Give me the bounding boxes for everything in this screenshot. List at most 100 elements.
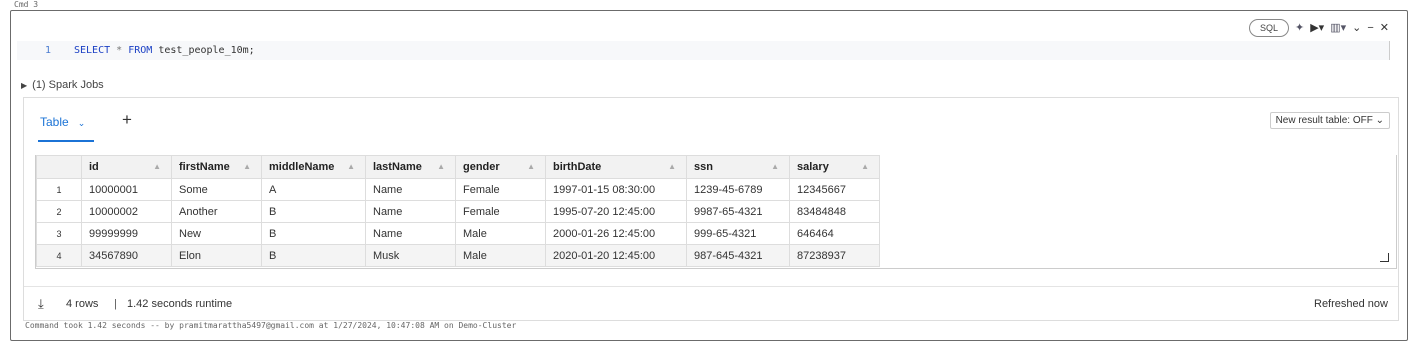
chart-icon[interactable]: ▥▾ [1330, 21, 1346, 35]
table-cell[interactable]: 1997-01-15 08:30:00 [545, 178, 687, 201]
table-row: 3 99999999 New B Name Male 2000-01-26 12… [36, 222, 880, 245]
sort-icon[interactable]: ▲ [243, 162, 251, 171]
tab-table[interactable]: Table ⌄ [40, 115, 85, 129]
row-count: 4 rows [66, 298, 99, 310]
column-header-lastname[interactable]: lastName ▲ [365, 155, 456, 179]
table-row: 1 10000001 Some A Name Female 1997-01-15… [36, 178, 880, 201]
table-cell[interactable]: Name [365, 200, 456, 223]
result-panel: Table ⌄ + New result table: OFF ⌄ id ▲ fir… [23, 97, 1399, 321]
table-cell[interactable]: 87238937 [789, 244, 880, 267]
sort-icon[interactable]: ▲ [771, 162, 779, 171]
column-header-birthdate[interactable]: birthDate ▲ [545, 155, 687, 179]
column-header-firstname[interactable]: firstName ▲ [171, 155, 262, 179]
sql-table-name: test_people_10m; [158, 45, 255, 56]
column-header-middlename[interactable]: middleName ▲ [261, 155, 366, 179]
column-header-salary[interactable]: salary ▲ [789, 155, 880, 179]
result-tabs: Table ⌄ + New result table: OFF ⌄ [24, 98, 1398, 142]
column-header-label: birthDate [553, 161, 602, 173]
column-header-gender[interactable]: gender ▲ [455, 155, 546, 179]
table-cell[interactable]: Female [455, 200, 546, 223]
add-visualization-button[interactable]: + [122, 110, 132, 130]
sort-icon[interactable]: ▲ [527, 162, 535, 171]
notebook-cell[interactable]: SQL ✦ ▶▾ ▥▾ ⌄ − ✕ 1 SELECT * FROM test_p… [10, 10, 1408, 341]
column-header-ssn[interactable]: ssn ▲ [686, 155, 790, 179]
chevron-down-icon[interactable]: ⌄ [78, 118, 86, 128]
expand-triangle-icon: ▶ [21, 81, 28, 90]
close-icon[interactable]: ✕ [1380, 21, 1389, 35]
column-header-label: gender [463, 161, 500, 173]
table-cell[interactable]: 83484848 [789, 200, 880, 223]
spark-jobs-toggle[interactable]: ▶ (1) Spark Jobs [21, 79, 104, 91]
table-cell[interactable]: Some [171, 178, 262, 201]
sort-icon[interactable]: ▲ [861, 162, 869, 171]
table-cell[interactable]: 999-65-4321 [686, 222, 790, 245]
table-cell[interactable]: 12345667 [789, 178, 880, 201]
row-number: 2 [36, 200, 82, 223]
table-cell[interactable]: B [261, 244, 366, 267]
table-cell[interactable]: 9987-65-4321 [686, 200, 790, 223]
row-number-header [36, 155, 82, 179]
sql-code[interactable]: SELECT * FROM test_people_10m; [74, 41, 255, 60]
cell-toolbar: SQL ✦ ▶▾ ▥▾ ⌄ − ✕ [1248, 19, 1389, 37]
sort-icon[interactable]: ▲ [153, 162, 161, 171]
table-cell[interactable]: 99999999 [81, 222, 172, 245]
chevron-down-icon: ⌄ [1375, 115, 1384, 126]
table-cell[interactable]: 987-645-4321 [686, 244, 790, 267]
sql-keyword-select: SELECT [74, 45, 111, 56]
sort-icon[interactable]: ▲ [437, 162, 445, 171]
table-cell[interactable]: 10000001 [81, 178, 172, 201]
table-cell[interactable]: Male [455, 244, 546, 267]
active-tab-indicator [38, 140, 94, 142]
result-grid[interactable]: id ▲ firstName ▲ middleName ▲ lastName ▲ gen… [35, 155, 1397, 269]
result-table: id ▲ firstName ▲ middleName ▲ lastName ▲ gen… [36, 155, 880, 267]
spark-jobs-label: (1) Spark Jobs [32, 79, 104, 91]
column-header-label: firstName [179, 161, 230, 173]
table-cell[interactable]: 646464 [789, 222, 880, 245]
sql-keyword-from: FROM [128, 45, 153, 56]
table-cell[interactable]: 1239-45-6789 [686, 178, 790, 201]
sort-icon[interactable]: ▲ [347, 162, 355, 171]
download-icon[interactable]: ⤓ [38, 296, 44, 312]
table-cell[interactable]: B [261, 222, 366, 245]
table-cell[interactable]: Elon [171, 244, 262, 267]
table-row: 2 10000002 Another B Name Female 1995-07… [36, 200, 880, 223]
table-cell[interactable]: A [261, 178, 366, 201]
table-cell[interactable]: 10000002 [81, 200, 172, 223]
row-number: 1 [36, 178, 82, 201]
new-result-table-toggle[interactable]: New result table: OFF ⌄ [1269, 112, 1390, 129]
table-cell[interactable]: 34567890 [81, 244, 172, 267]
table-cell[interactable]: Musk [365, 244, 456, 267]
new-result-label: New result table: OFF [1275, 115, 1373, 126]
table-cell[interactable]: New [171, 222, 262, 245]
result-footer: ⤓ 4 rows | 1.42 seconds runtime Refreshe… [24, 286, 1398, 323]
column-header-label: lastName [373, 161, 422, 173]
table-cell[interactable]: 2020-01-20 12:45:00 [545, 244, 687, 267]
code-editor[interactable]: 1 SELECT * FROM test_people_10m; [17, 41, 1390, 60]
sort-icon[interactable]: ▲ [668, 162, 676, 171]
refreshed-label: Refreshed now [1314, 298, 1388, 310]
tab-table-label: Table [40, 115, 69, 129]
resize-handle[interactable] [1380, 253, 1389, 262]
table-cell[interactable]: Another [171, 200, 262, 223]
column-header-label: middleName [269, 161, 335, 173]
line-number: 1 [45, 45, 52, 56]
language-selector[interactable]: SQL [1248, 19, 1289, 37]
sparkle-icon[interactable]: ✦ [1295, 21, 1304, 35]
table-cell[interactable]: 1995-07-20 12:45:00 [545, 200, 687, 223]
run-icon[interactable]: ▶▾ [1310, 21, 1324, 35]
table-cell[interactable]: B [261, 200, 366, 223]
table-cell[interactable]: Name [365, 178, 456, 201]
collapse-icon[interactable]: ⌄ [1352, 21, 1361, 35]
column-header-label: salary [797, 161, 829, 173]
table-cell[interactable]: Female [455, 178, 546, 201]
column-header-label: id [89, 161, 99, 173]
runtime-label: 1.42 seconds runtime [127, 298, 233, 310]
row-number: 3 [36, 222, 82, 245]
table-cell[interactable]: Name [365, 222, 456, 245]
minimize-icon[interactable]: − [1367, 21, 1373, 35]
table-cell[interactable]: Male [455, 222, 546, 245]
footer-separator: | [114, 298, 117, 310]
row-number: 4 [36, 244, 82, 267]
column-header-id[interactable]: id ▲ [81, 155, 172, 179]
table-cell[interactable]: 2000-01-26 12:45:00 [545, 222, 687, 245]
